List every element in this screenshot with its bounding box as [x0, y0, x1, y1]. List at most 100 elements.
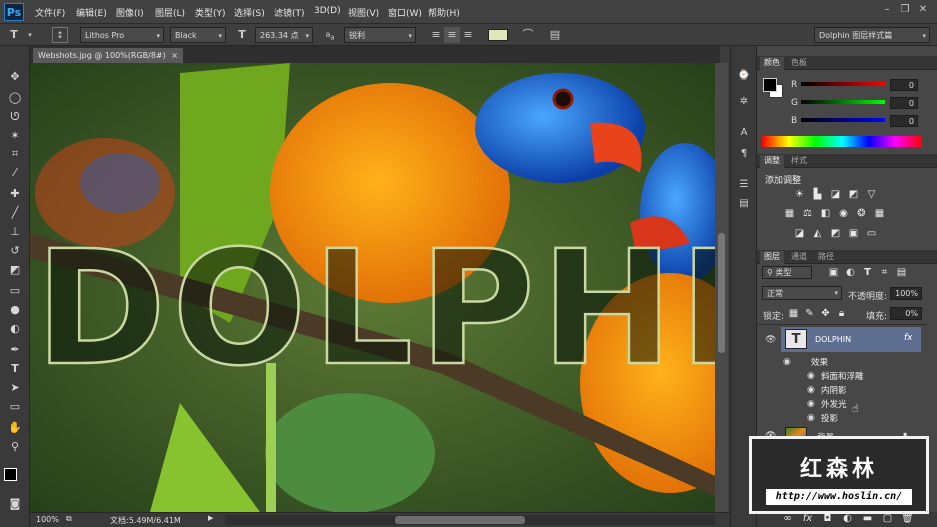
- horizontal-scrollbar[interactable]: [225, 515, 715, 525]
- history-brush-tool-icon[interactable]: ↺: [3, 242, 27, 259]
- eye-icon[interactable]: 👁︎: [765, 335, 776, 345]
- new-adjustment-icon[interactable]: ◐: [841, 513, 854, 525]
- paragraph-panel-icon[interactable]: ¶: [735, 146, 753, 162]
- close-button[interactable]: ✕: [916, 4, 930, 16]
- effect-eye-icon[interactable]: ◉: [807, 371, 815, 381]
- menu-view[interactable]: 视图(V): [348, 6, 379, 19]
- tab-close-icon[interactable]: ×: [171, 48, 178, 63]
- hue-saturation-icon[interactable]: ▦: [783, 208, 796, 220]
- font-family-select[interactable]: Lithos Pro ▾: [80, 27, 164, 43]
- channel-g-slider[interactable]: [801, 100, 885, 104]
- black-white-icon[interactable]: ◧: [819, 208, 832, 220]
- menu-file[interactable]: 文件(F): [35, 6, 65, 19]
- magic-wand-tool-icon[interactable]: ✶: [3, 127, 27, 144]
- filter-type-icon[interactable]: T: [861, 267, 874, 279]
- fill-value[interactable]: 0%: [890, 307, 922, 320]
- tab-swatches[interactable]: 色板: [787, 57, 811, 70]
- toggle-orientation-icon[interactable]: ↕: [52, 27, 68, 43]
- horizontal-scroll-thumb[interactable]: [395, 516, 525, 524]
- photo-filter-icon[interactable]: ◉: [837, 208, 850, 220]
- type-tool-preset[interactable]: T: [6, 27, 22, 43]
- lock-position-icon[interactable]: ✥: [819, 308, 832, 320]
- channel-g-value[interactable]: 0: [890, 97, 918, 109]
- restore-button[interactable]: ❐: [898, 4, 912, 16]
- tab-layers[interactable]: 图层: [760, 251, 784, 264]
- type-tool-icon[interactable]: T: [3, 360, 27, 377]
- invert-icon[interactable]: ◪: [793, 228, 806, 240]
- clone-stamp-tool-icon[interactable]: ⊥: [3, 223, 27, 240]
- effect-bevel-emboss[interactable]: 斜面和浮雕: [821, 370, 864, 382]
- threshold-icon[interactable]: ◩: [829, 228, 842, 240]
- tab-channels[interactable]: 通道: [787, 251, 811, 264]
- new-layer-icon[interactable]: ▢: [881, 513, 894, 525]
- dodge-tool-icon[interactable]: ◐: [3, 320, 27, 337]
- antialias-select[interactable]: 锐利 ▾: [344, 27, 416, 43]
- add-style-icon[interactable]: fx: [801, 513, 814, 525]
- new-group-icon[interactable]: ▬: [861, 513, 874, 525]
- brush-tool-icon[interactable]: ╱: [3, 204, 27, 221]
- layer-comps-icon[interactable]: ☰: [735, 177, 753, 193]
- path-selection-tool-icon[interactable]: ➤: [3, 379, 27, 396]
- effect-eye-icon[interactable]: ◉: [807, 399, 815, 409]
- quick-mask-icon[interactable]: ◙: [3, 495, 27, 512]
- filter-smart-object-icon[interactable]: ▤: [895, 267, 908, 279]
- menu-filter[interactable]: 滤镜(T): [274, 6, 305, 19]
- color-balance-icon[interactable]: ⚖: [801, 208, 814, 220]
- font-size-select[interactable]: 263.34 点 ▾: [255, 27, 313, 43]
- opacity-value[interactable]: 100%: [890, 287, 922, 300]
- trash-icon[interactable]: 🗑︎: [901, 513, 914, 525]
- menu-help[interactable]: 帮助(H): [428, 6, 460, 19]
- filter-adjustment-icon[interactable]: ◐: [844, 267, 857, 279]
- foreground-color-swatch[interactable]: [4, 468, 17, 481]
- document-canvas[interactable]: DOLPHI: [30, 63, 715, 512]
- crop-tool-icon[interactable]: ⌗: [3, 145, 27, 162]
- font-style-select[interactable]: Black ▾: [170, 27, 226, 43]
- align-center-icon[interactable]: ≡: [444, 27, 460, 43]
- menu-type[interactable]: 类型(Y): [195, 6, 226, 19]
- tab-styles[interactable]: 样式: [787, 155, 811, 168]
- zoom-level[interactable]: 100%: [36, 515, 59, 524]
- marquee-tool-icon[interactable]: ◯: [3, 89, 27, 106]
- eyedropper-tool-icon[interactable]: ⁄: [3, 164, 27, 181]
- zoom-tool-icon[interactable]: ⚲: [3, 438, 27, 455]
- menu-image[interactable]: 图像(I): [116, 6, 144, 19]
- gradient-tool-icon[interactable]: ▭: [3, 282, 27, 299]
- channel-b-slider[interactable]: [801, 118, 885, 122]
- lasso-tool-icon[interactable]: ᘎ: [3, 108, 27, 125]
- lock-image-icon[interactable]: ✎: [803, 308, 816, 320]
- effect-drop-shadow[interactable]: 投影: [821, 412, 838, 424]
- curves-icon[interactable]: ◪: [829, 189, 842, 201]
- character-panel-icon[interactable]: A: [735, 125, 753, 141]
- document-tab[interactable]: Webshots.jpg @ 100%(RGB/8#) ×: [33, 48, 183, 63]
- effect-eye-icon[interactable]: ◉: [807, 413, 815, 423]
- channel-mixer-icon[interactable]: ❂: [855, 208, 868, 220]
- layer-row-dolphin[interactable]: T DOLPHIN fx: [781, 327, 921, 352]
- tab-color[interactable]: 颜色: [760, 57, 784, 70]
- fx-icon[interactable]: fx: [904, 333, 913, 343]
- lock-transparent-icon[interactable]: ▦: [787, 308, 800, 320]
- lock-all-icon[interactable]: 🔒︎: [835, 308, 848, 320]
- align-right-icon[interactable]: ≡: [460, 27, 476, 43]
- effect-outer-glow[interactable]: 外发光: [821, 398, 847, 410]
- filter-pixel-icon[interactable]: ▣: [827, 267, 840, 279]
- channel-b-value[interactable]: 0: [890, 115, 918, 127]
- levels-icon[interactable]: ▙: [811, 189, 824, 201]
- color-lookup-icon[interactable]: ▦: [873, 208, 886, 220]
- actions-panel-icon[interactable]: ✲: [735, 94, 753, 110]
- vertical-scroll-thumb[interactable]: [718, 233, 725, 353]
- minimize-button[interactable]: –: [880, 4, 894, 16]
- filter-shape-icon[interactable]: ⌗: [878, 267, 891, 279]
- properties-panel-icon[interactable]: ▤: [735, 196, 753, 212]
- selective-color-icon[interactable]: ▣: [847, 228, 860, 240]
- effects-eye-icon[interactable]: ◉: [783, 357, 791, 367]
- text-color-swatch[interactable]: [488, 29, 508, 41]
- blend-mode-select[interactable]: 正常 ▾: [762, 286, 842, 300]
- gradient-map-icon[interactable]: ▭: [865, 228, 878, 240]
- menu-layer[interactable]: 图层(L): [155, 6, 185, 19]
- effect-inner-shadow[interactable]: 内阴影: [821, 384, 847, 396]
- status-menu-arrow-icon[interactable]: ▶: [208, 514, 213, 522]
- menu-3d[interactable]: 3D(D): [314, 6, 341, 16]
- shape-tool-icon[interactable]: ▭: [3, 398, 27, 415]
- link-layers-icon[interactable]: ∞: [781, 513, 794, 525]
- pen-tool-icon[interactable]: ✒: [3, 341, 27, 358]
